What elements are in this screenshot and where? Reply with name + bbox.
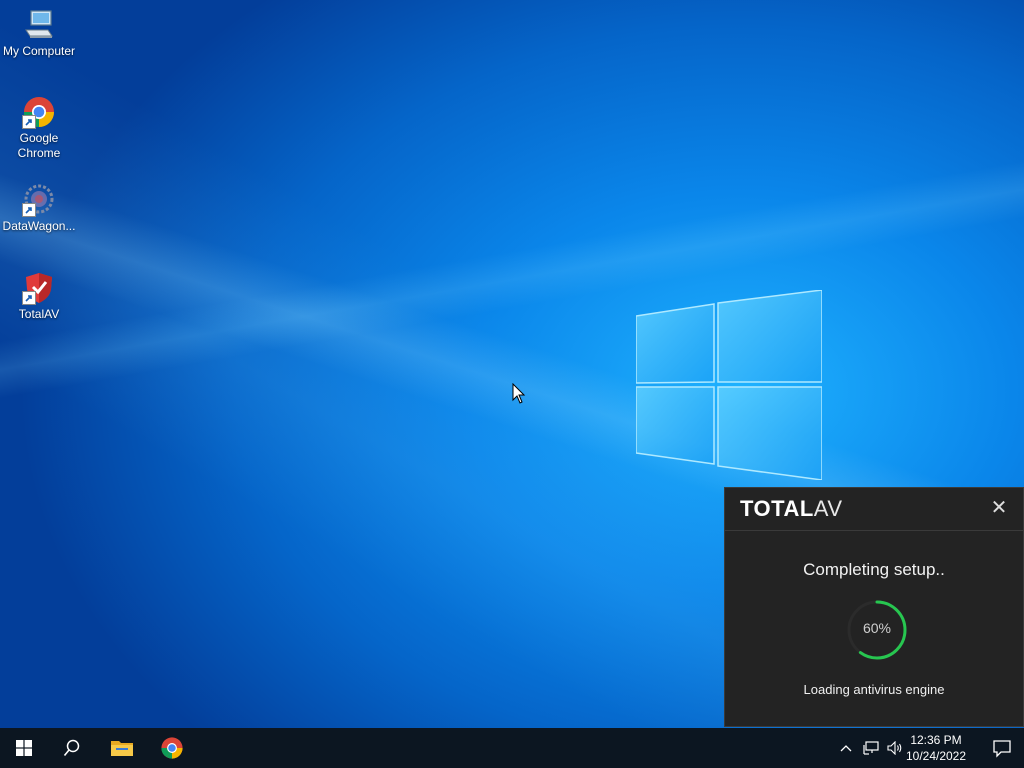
desktop-icon-label: My Computer	[2, 44, 76, 58]
notification-icon	[993, 740, 1011, 758]
close-button[interactable]: ✕	[989, 498, 1009, 518]
file-explorer-icon	[111, 741, 133, 756]
desktop-icon-my-computer[interactable]: My Computer	[0, 8, 78, 59]
search-icon	[63, 739, 80, 757]
totalav-setup-window: TOTALAV ✕ Completing setup.. 60% Loading…	[724, 487, 1024, 727]
taskbar-chrome[interactable]	[148, 728, 196, 768]
desktop-icon-label: Google Chrome	[17, 131, 61, 160]
close-icon: ✕	[990, 497, 1008, 519]
show-hidden-icons-button[interactable]	[836, 728, 856, 768]
taskbar: 12:36 PM 10/24/2022	[0, 728, 1024, 768]
computer-icon	[22, 8, 56, 42]
totalav-header: TOTALAV ✕	[725, 488, 1023, 531]
setup-substatus-text: Loading antivirus engine	[803, 682, 945, 697]
desktop-icon-totalav[interactable]: TotalAV	[0, 271, 78, 322]
action-center-button[interactable]	[992, 738, 1012, 758]
desktop-icon-datawagon[interactable]: DataWagon...	[0, 183, 78, 234]
desktop-icon-google-chrome[interactable]: Google Chrome	[0, 95, 78, 161]
volume-button[interactable]	[884, 728, 906, 768]
progress-percent: 60%	[862, 620, 892, 636]
network-icon	[863, 741, 879, 755]
mouse-cursor-icon	[512, 383, 526, 404]
setup-status-text: Completing setup..	[803, 560, 945, 579]
totalav-logo: TOTALAV	[740, 496, 843, 521]
start-button[interactable]	[0, 728, 48, 768]
chevron-up-icon	[840, 745, 852, 752]
clock-time: 12:36 PM	[910, 733, 962, 747]
windows-start-icon	[16, 740, 32, 756]
totalav-shield-icon	[22, 271, 56, 305]
system-clock[interactable]: 12:36 PM 10/24/2022	[904, 732, 968, 764]
desktop-icon-label: TotalAV	[18, 307, 60, 321]
desktop-icon-label: DataWagon...	[2, 219, 76, 233]
datawagon-icon	[22, 183, 56, 217]
chrome-icon	[161, 737, 183, 759]
clock-date: 10/24/2022	[905, 749, 967, 763]
search-button[interactable]	[48, 728, 96, 768]
network-button[interactable]	[860, 728, 882, 768]
chrome-icon	[22, 95, 56, 129]
volume-icon	[887, 741, 902, 755]
windows-wallpaper-logo	[636, 290, 822, 480]
taskbar-file-explorer[interactable]	[98, 728, 146, 768]
